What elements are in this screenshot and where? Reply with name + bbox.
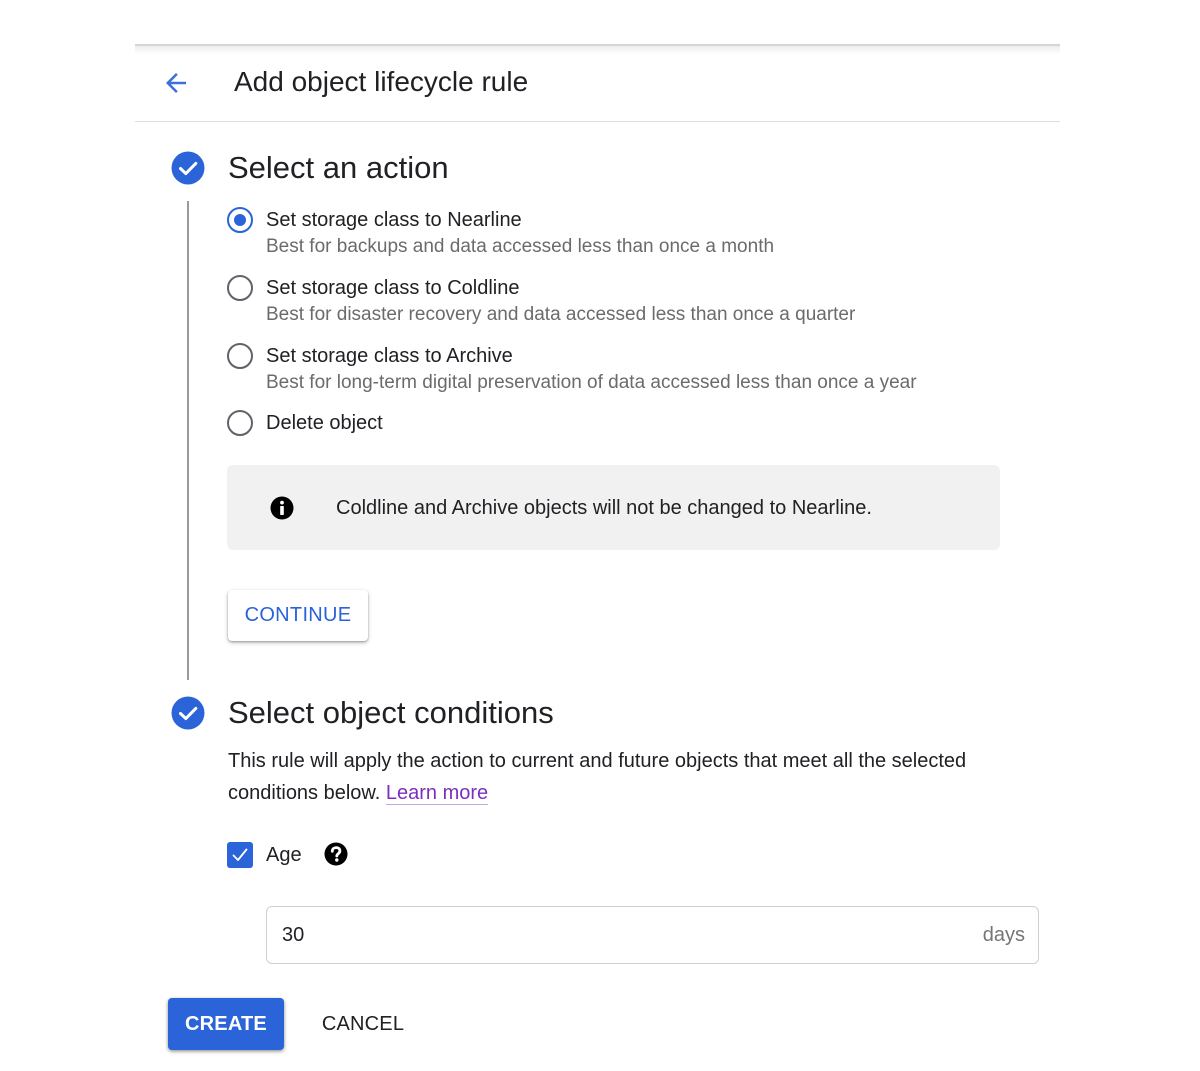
radio-label: Delete object [266, 412, 383, 434]
conditions-description-text: This rule will apply the action to curre… [228, 750, 967, 804]
stepper-connector [187, 201, 189, 680]
radio-description: Best for backups and data accessed less … [266, 236, 775, 257]
age-checkbox[interactable] [227, 842, 253, 868]
radio-button[interactable] [227, 343, 253, 369]
age-days-field: days [266, 906, 1039, 964]
check-circle-icon [171, 151, 205, 185]
age-days-input[interactable] [282, 921, 962, 949]
page-header: Add object lifecycle rule [135, 46, 1060, 122]
radio-button[interactable] [227, 275, 253, 301]
checkmark-icon [232, 848, 248, 861]
conditions-description: This rule will apply the action to curre… [228, 745, 968, 809]
help-icon[interactable] [323, 841, 349, 867]
learn-more-link[interactable]: Learn more [385, 782, 489, 805]
step-title-object-conditions: Select object conditions [228, 695, 554, 730]
check-circle-icon [171, 696, 205, 730]
radio-description: Best for disaster recovery and data acce… [266, 304, 856, 325]
page-title: Add object lifecycle rule [234, 66, 529, 97]
create-button[interactable]: CREATE [168, 998, 284, 1050]
radio-label: Set storage class to Archive [266, 345, 513, 367]
radio-button[interactable] [227, 410, 253, 436]
radio-button-checked[interactable] [227, 207, 253, 233]
back-button[interactable] [159, 66, 193, 100]
arrow-left-icon [166, 73, 186, 93]
radio-label: Set storage class to Coldline [266, 277, 520, 299]
radio-label: Set storage class to Nearline [266, 209, 522, 231]
step-title-select-action: Select an action [228, 150, 449, 185]
info-text: Coldline and Archive objects will not be… [336, 497, 872, 519]
age-label: Age [266, 844, 302, 866]
cancel-button[interactable]: CANCEL [308, 998, 418, 1050]
info-icon [270, 496, 294, 520]
radio-description: Best for long-term digital preservation … [266, 372, 917, 393]
continue-button[interactable]: CONTINUE [228, 590, 368, 641]
info-banner: Coldline and Archive objects will not be… [227, 465, 1000, 550]
days-suffix: days [982, 924, 1025, 946]
